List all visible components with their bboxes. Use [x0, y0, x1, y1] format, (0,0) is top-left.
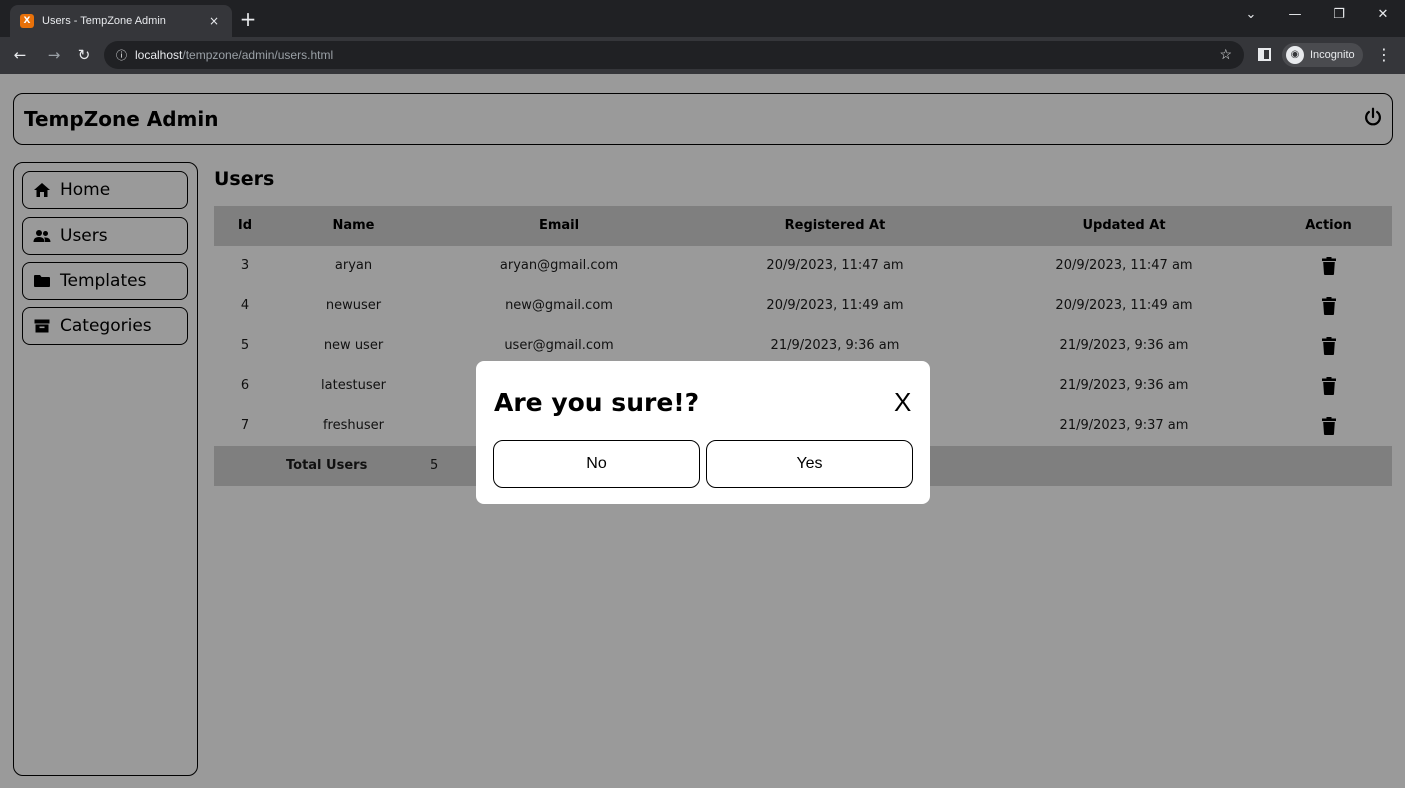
cell-email: aryan@gmail.com — [499, 258, 619, 273]
total-users-label: Total Users — [286, 458, 368, 473]
sidebar-item-users[interactable]: Users — [22, 217, 188, 255]
new-tab-button[interactable]: + — [236, 7, 260, 31]
folder-icon — [33, 273, 51, 289]
cell-name: aryan — [334, 258, 373, 273]
tab-close-icon[interactable]: × — [206, 14, 222, 28]
site-info-icon[interactable]: ⓘ — [116, 47, 127, 63]
delete-button[interactable] — [1265, 246, 1392, 286]
cell-updated: 21/9/2023, 9:36 am — [1059, 338, 1189, 353]
cell-registered: 21/9/2023, 9:36 am — [770, 338, 900, 353]
cell-name: newuser — [325, 298, 382, 313]
home-icon — [33, 182, 51, 198]
url-path: /tempzone/admin/users.html — [182, 48, 334, 62]
browser-tab[interactable]: X Users - TempZone Admin × — [10, 5, 232, 37]
archive-icon — [33, 318, 51, 334]
cell-email: new@gmail.com — [505, 298, 613, 313]
cell-updated: 21/9/2023, 9:37 am — [1059, 418, 1189, 433]
cell-id: 3 — [240, 258, 250, 273]
incognito-icon: ◉ — [1286, 46, 1304, 64]
sidebar-item-label: Users — [60, 226, 108, 246]
table-row: 4 newuser new@gmail.com 20/9/2023, 11:49… — [214, 286, 1392, 326]
delete-button[interactable] — [1265, 366, 1392, 406]
col-header-id: Id — [237, 218, 253, 233]
cell-registered: 20/9/2023, 11:49 am — [766, 298, 904, 313]
window-controls: ⌄ — ❐ ✕ — [1229, 0, 1405, 28]
power-icon[interactable] — [1362, 106, 1384, 128]
sidebar-item-label: Home — [60, 180, 111, 200]
minimize-icon[interactable]: — — [1273, 0, 1317, 28]
cell-updated: 21/9/2023, 9:36 am — [1059, 378, 1189, 393]
delete-button[interactable] — [1265, 286, 1392, 326]
sidebar-item-categories[interactable]: Categories — [22, 307, 188, 345]
col-header-action: Action — [1305, 218, 1352, 233]
sidebar-item-templates[interactable]: Templates — [22, 262, 188, 300]
confirm-dialog: Are you sure!? X No Yes — [476, 361, 930, 504]
cell-registered: 20/9/2023, 11:47 am — [766, 258, 904, 273]
window-close-icon[interactable]: ✕ — [1361, 0, 1405, 28]
cell-id: 7 — [240, 418, 250, 433]
favicon-icon: X — [20, 14, 34, 28]
cell-name: latestuser — [321, 378, 386, 393]
tab-title: Users - TempZone Admin — [42, 15, 166, 27]
sidebar-item-label: Categories — [60, 316, 152, 336]
sidebar: Home Users Templates Categories — [13, 162, 198, 776]
col-header-updated: Updated At — [1082, 218, 1166, 233]
reload-icon[interactable]: ↻ — [74, 45, 94, 65]
bookmark-star-icon[interactable]: ☆ — [1219, 46, 1232, 63]
app-header: TempZone Admin — [13, 93, 1393, 145]
page-title: Users — [214, 168, 275, 190]
col-header-registered: Registered At — [784, 218, 886, 233]
browser-menu-icon[interactable]: ⋮ — [1376, 45, 1392, 64]
sidebar-item-label: Templates — [60, 271, 147, 291]
cell-updated: 20/9/2023, 11:47 am — [1055, 258, 1193, 273]
no-button[interactable]: No — [493, 440, 700, 488]
restore-icon[interactable]: ❐ — [1317, 0, 1361, 28]
delete-button[interactable] — [1265, 326, 1392, 366]
yes-button[interactable]: Yes — [706, 440, 913, 488]
url-host: localhost — [135, 48, 183, 62]
trash-icon — [1321, 296, 1336, 315]
trash-icon — [1321, 376, 1336, 395]
forward-icon[interactable]: → — [44, 45, 64, 65]
cell-name: freshuser — [322, 418, 384, 433]
cell-email: user@gmail.com — [504, 338, 614, 353]
col-header-name: Name — [332, 218, 375, 233]
table-row: 5 new user user@gmail.com 21/9/2023, 9:3… — [214, 326, 1392, 366]
cell-id: 4 — [240, 298, 250, 313]
delete-button[interactable] — [1265, 406, 1392, 446]
dialog-title: Are you sure!? — [494, 388, 700, 417]
col-header-email: Email — [538, 218, 580, 233]
cell-name: new user — [323, 338, 384, 353]
trash-icon — [1321, 336, 1336, 355]
cell-updated: 20/9/2023, 11:49 am — [1055, 298, 1193, 313]
address-bar[interactable]: ⓘ localhost/tempzone/admin/users.html ☆ — [104, 41, 1244, 69]
cell-id: 5 — [240, 338, 250, 353]
incognito-badge[interactable]: ◉ Incognito — [1282, 43, 1363, 67]
table-row: 3 aryan aryan@gmail.com 20/9/2023, 11:47… — [214, 246, 1392, 286]
trash-icon — [1321, 416, 1336, 435]
dialog-close-button[interactable]: X — [894, 387, 911, 418]
trash-icon — [1321, 256, 1336, 275]
tab-search-icon[interactable]: ⌄ — [1229, 0, 1273, 28]
total-users-count: 5 — [430, 458, 439, 473]
back-icon[interactable]: ← — [10, 45, 30, 65]
users-icon — [33, 228, 51, 244]
brand-title: TempZone Admin — [24, 107, 219, 131]
browser-tabbar: X Users - TempZone Admin × + ⌄ — ❐ ✕ — [0, 0, 1405, 37]
sidebar-item-home[interactable]: Home — [22, 171, 188, 209]
cell-id: 6 — [240, 378, 250, 393]
browser-toolbar: ← → ↻ ⓘ localhost/tempzone/admin/users.h… — [0, 37, 1405, 74]
table-header: Id Name Email Registered At Updated At A… — [214, 206, 1392, 246]
incognito-label: Incognito — [1310, 49, 1355, 61]
side-panel-icon[interactable] — [1258, 48, 1271, 61]
